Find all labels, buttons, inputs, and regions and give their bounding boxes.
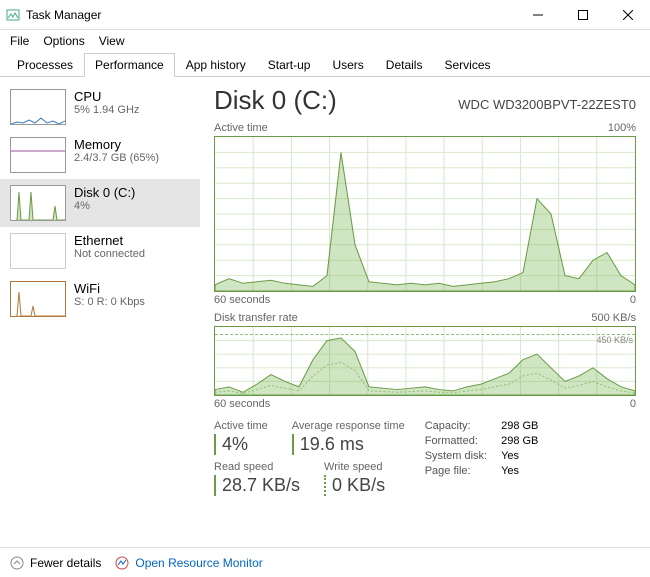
chart2-label: Disk transfer rate bbox=[214, 312, 298, 324]
sidebar-item-disk[interactable]: Disk 0 (C:)4% bbox=[0, 179, 200, 227]
pagefile-label: Page file: bbox=[425, 465, 487, 477]
menubar: File Options View bbox=[0, 30, 650, 52]
sysdisk-value: Yes bbox=[501, 450, 538, 462]
sidebar-wifi-title: WiFi bbox=[74, 281, 145, 296]
tab-users[interactable]: Users bbox=[321, 53, 374, 77]
fewer-details-label: Fewer details bbox=[30, 556, 101, 570]
ethernet-thumbnail bbox=[10, 233, 66, 269]
cpu-thumbnail bbox=[10, 89, 66, 125]
menu-options[interactable]: Options bbox=[43, 34, 84, 48]
sidebar-cpu-title: CPU bbox=[74, 89, 139, 104]
sidebar-item-wifi[interactable]: WiFiS: 0 R: 0 Kbps bbox=[0, 275, 200, 323]
tab-processes[interactable]: Processes bbox=[6, 53, 84, 77]
sidebar-item-ethernet[interactable]: EthernetNot connected bbox=[0, 227, 200, 275]
active-time-label: Active time bbox=[214, 420, 268, 432]
page-title: Disk 0 (C:) bbox=[214, 85, 337, 116]
disk-model: WDC WD3200BPVT-22ZEST0 bbox=[458, 97, 636, 112]
pagefile-value: Yes bbox=[501, 465, 538, 477]
disk-info-table: Capacity: 298 GB Formatted: 298 GB System … bbox=[425, 420, 539, 496]
chevron-up-icon bbox=[10, 556, 24, 570]
active-time-value: 4% bbox=[214, 434, 268, 455]
tab-startup[interactable]: Start-up bbox=[257, 53, 322, 77]
write-speed-value: 0 KB/s bbox=[324, 475, 385, 496]
capacity-value: 298 GB bbox=[501, 420, 538, 432]
chart2-xleft: 60 seconds bbox=[214, 398, 270, 410]
formatted-value: 298 GB bbox=[501, 435, 538, 447]
memory-thumbnail bbox=[10, 137, 66, 173]
avg-response-label: Average response time bbox=[292, 420, 405, 432]
sidebar-wifi-sub: S: 0 R: 0 Kbps bbox=[74, 296, 145, 308]
tabstrip: Processes Performance App history Start-… bbox=[0, 52, 650, 77]
titlebar: Task Manager bbox=[0, 0, 650, 30]
chart1-label: Active time bbox=[214, 122, 268, 134]
chart1-max: 100% bbox=[608, 122, 636, 134]
window-controls bbox=[515, 0, 650, 30]
menu-file[interactable]: File bbox=[10, 34, 29, 48]
close-button[interactable] bbox=[605, 0, 650, 30]
chart1-xleft: 60 seconds bbox=[214, 294, 270, 306]
footer: Fewer details Open Resource Monitor bbox=[0, 547, 650, 577]
window-title: Task Manager bbox=[26, 8, 101, 22]
chart2-xright: 0 bbox=[630, 398, 636, 410]
sidebar-memory-title: Memory bbox=[74, 137, 159, 152]
write-speed-label: Write speed bbox=[324, 461, 385, 473]
chart1-xright: 0 bbox=[630, 294, 636, 306]
sidebar: CPU5% 1.94 GHz Memory2.4/3.7 GB (65%) Di… bbox=[0, 77, 200, 547]
transfer-rate-chart: 450 KB/s bbox=[214, 326, 636, 396]
fewer-details-button[interactable]: Fewer details bbox=[10, 556, 101, 570]
sidebar-ethernet-title: Ethernet bbox=[74, 233, 145, 248]
open-resource-monitor-link[interactable]: Open Resource Monitor bbox=[115, 556, 262, 570]
sidebar-disk-title: Disk 0 (C:) bbox=[74, 185, 135, 200]
sidebar-disk-sub: 4% bbox=[74, 200, 135, 212]
resource-monitor-icon bbox=[115, 556, 129, 570]
maximize-button[interactable] bbox=[560, 0, 605, 30]
app-icon bbox=[6, 8, 20, 22]
menu-view[interactable]: View bbox=[99, 34, 125, 48]
sidebar-memory-sub: 2.4/3.7 GB (65%) bbox=[74, 152, 159, 164]
tab-app-history[interactable]: App history bbox=[175, 53, 257, 77]
read-speed-label: Read speed bbox=[214, 461, 300, 473]
wifi-thumbnail bbox=[10, 281, 66, 317]
chart2-marker: 450 KB/s bbox=[215, 334, 635, 345]
formatted-label: Formatted: bbox=[425, 435, 487, 447]
read-speed-value: 28.7 KB/s bbox=[214, 475, 300, 496]
sidebar-ethernet-sub: Not connected bbox=[74, 248, 145, 260]
disk-thumbnail bbox=[10, 185, 66, 221]
sysdisk-label: System disk: bbox=[425, 450, 487, 462]
main-panel: Disk 0 (C:) WDC WD3200BPVT-22ZEST0 Activ… bbox=[200, 77, 650, 547]
tab-performance[interactable]: Performance bbox=[84, 53, 175, 77]
tab-services[interactable]: Services bbox=[433, 53, 501, 77]
sidebar-cpu-sub: 5% 1.94 GHz bbox=[74, 104, 139, 116]
sidebar-item-cpu[interactable]: CPU5% 1.94 GHz bbox=[0, 83, 200, 131]
chart2-max: 500 KB/s bbox=[591, 312, 636, 324]
minimize-button[interactable] bbox=[515, 0, 560, 30]
active-time-chart bbox=[214, 136, 636, 292]
tab-details[interactable]: Details bbox=[375, 53, 434, 77]
avg-response-value: 19.6 ms bbox=[292, 434, 405, 455]
sidebar-item-memory[interactable]: Memory2.4/3.7 GB (65%) bbox=[0, 131, 200, 179]
open-resource-monitor-label: Open Resource Monitor bbox=[135, 556, 262, 570]
capacity-label: Capacity: bbox=[425, 420, 487, 432]
